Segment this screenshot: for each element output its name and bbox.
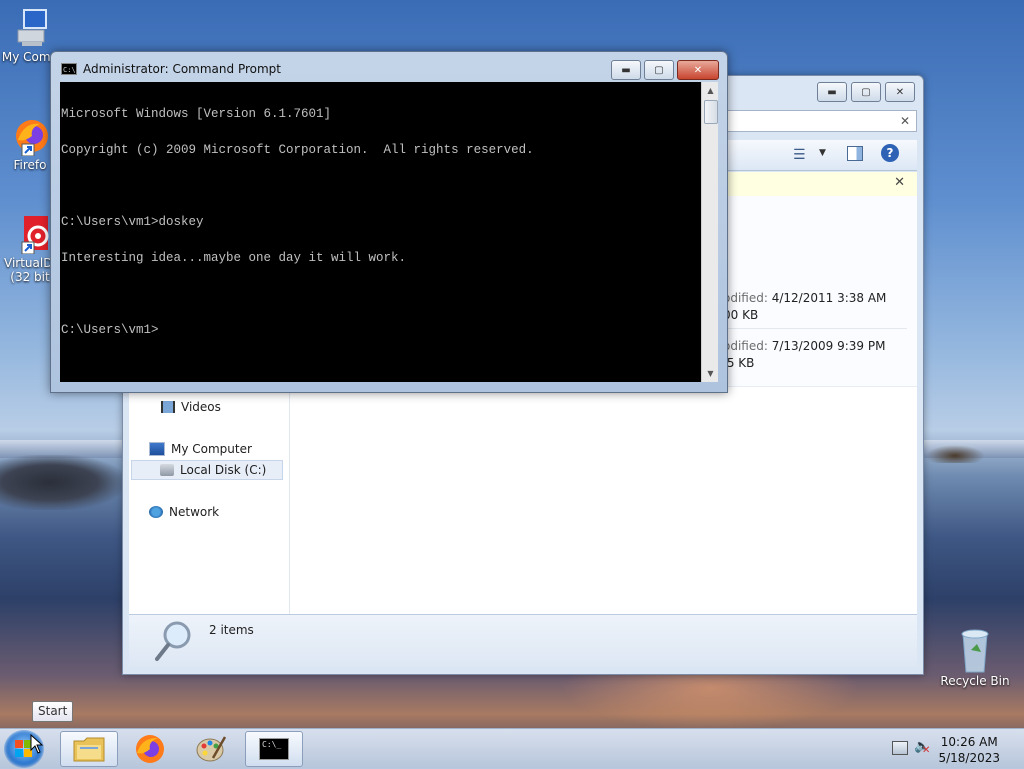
modified-label: odified: [723,291,768,305]
console-prompt-line: C:\Users\vm1> [61,323,159,337]
file-size: .5 KB [723,356,755,370]
recycle-bin-icon [955,628,995,673]
minimize-button[interactable]: ▬ [611,60,641,80]
nav-item-my-computer[interactable]: My Computer [149,439,252,459]
network-status-icon[interactable] [892,741,908,755]
search-input[interactable]: ✕ [721,110,917,132]
clear-search-icon[interactable]: ✕ [900,111,910,131]
film-icon [161,401,175,413]
paint-palette-icon [196,736,227,762]
row-divider [723,328,907,329]
folder-icon [73,737,105,762]
close-button[interactable]: ✕ [885,82,915,102]
help-icon[interactable]: ? [881,144,899,162]
clock-date: 5/18/2023 [938,751,1000,765]
scroll-thumb[interactable] [704,100,718,124]
file-list: odified: 4/12/2011 3:38 AM 00 KB odified… [723,196,917,387]
mouse-cursor-icon [30,733,44,757]
nav-item-label: My Computer [171,442,252,456]
console-line: Microsoft Windows [Version 6.1.7601] [61,107,332,121]
command-prompt-icon: C:\ [61,63,77,75]
window-title-bar[interactable]: C:\ Administrator: Command Prompt [61,61,281,77]
window-title: Administrator: Command Prompt [83,62,281,76]
command-prompt-window[interactable]: C:\ Administrator: Command Prompt ▬ ▢ ✕ … [50,51,728,393]
nav-item-network[interactable]: Network [149,502,219,522]
command-prompt-icon: C:\_ [259,738,289,760]
preview-pane-icon[interactable] [847,146,863,161]
clock-time: 10:26 AM [940,735,998,749]
nav-item-videos[interactable]: Videos [161,397,221,417]
console-line: Interesting idea...maybe one day it will… [61,251,407,265]
file-size: 00 KB [723,308,759,322]
virtualdj-icon [10,214,50,255]
change-view-icon[interactable]: ☰ [793,147,806,163]
nav-item-label: Network [169,505,220,519]
modified-date: 4/12/2011 3:38 AM [771,291,887,305]
nav-item-local-disk[interactable]: Local Disk (C:) [131,460,283,480]
console-line: C:\Users\vm1>doskey [61,215,204,229]
wallpaper-rocks [0,455,125,510]
maximize-button[interactable]: ▢ [644,60,674,80]
modified-label: odified: [723,339,768,353]
list-item[interactable]: odified: 4/12/2011 3:38 AM 00 KB [723,290,913,324]
scroll-down-arrow-icon[interactable]: ▼ [702,365,719,382]
explorer-caption-buttons: ▬ ▢ ✕ [817,82,915,102]
taskbar: C:\_ 🔈 ✕ 10:26 AM 5/18/2023 [0,728,1024,769]
start-tooltip: Start [32,701,74,722]
firefox-icon [136,735,164,763]
taskbar-paint-button[interactable] [182,731,240,767]
taskbar-clock[interactable]: 10:26 AM 5/18/2023 [938,734,1000,766]
system-tray: 🔈 ✕ 10:26 AM 5/18/2023 [884,729,1024,769]
taskbar-firefox-button[interactable] [121,731,179,767]
item-count: 2 items [209,623,254,637]
console-line: Copyright (c) 2009 Microsoft Corporation… [61,143,534,157]
maximize-button[interactable]: ▢ [851,82,881,102]
cmd-caption-buttons: ▬ ▢ ✕ [611,60,719,80]
taskbar-explorer-button[interactable] [60,731,118,767]
desktop-icon-recycle-bin[interactable]: Recycle Bin [935,628,1015,688]
minimize-button[interactable]: ▬ [817,82,847,102]
computer-icon [10,8,50,48]
modified-date: 7/13/2009 9:39 PM [771,339,886,353]
taskbar-cmd-button[interactable]: C:\_ [245,731,303,767]
search-magnifier-icon [153,619,195,666]
vertical-scrollbar[interactable]: ▲ ▼ [701,82,718,382]
close-infobar-icon[interactable]: ✕ [894,175,905,190]
volume-muted-icon[interactable]: 🔈 ✕ [914,739,930,756]
console-output[interactable]: Microsoft Windows [Version 6.1.7601] Cop… [60,82,701,382]
scroll-up-arrow-icon[interactable]: ▲ [702,82,719,99]
list-item[interactable]: odified: 7/13/2009 9:39 PM .5 KB [723,338,913,372]
details-pane: 2 items [129,614,917,667]
view-dropdown-arrow-icon[interactable]: ▼ [819,148,826,158]
firefox-icon [10,116,50,157]
nav-item-label: Local Disk (C:) [180,463,267,477]
drive-icon [160,464,174,476]
wallpaper-rocks-right [925,445,985,463]
desktop-icon-label: Recycle Bin [940,674,1010,688]
nav-item-label: Videos [181,400,221,414]
network-icon [149,506,163,518]
computer-icon [149,442,165,456]
close-button[interactable]: ✕ [677,60,719,80]
